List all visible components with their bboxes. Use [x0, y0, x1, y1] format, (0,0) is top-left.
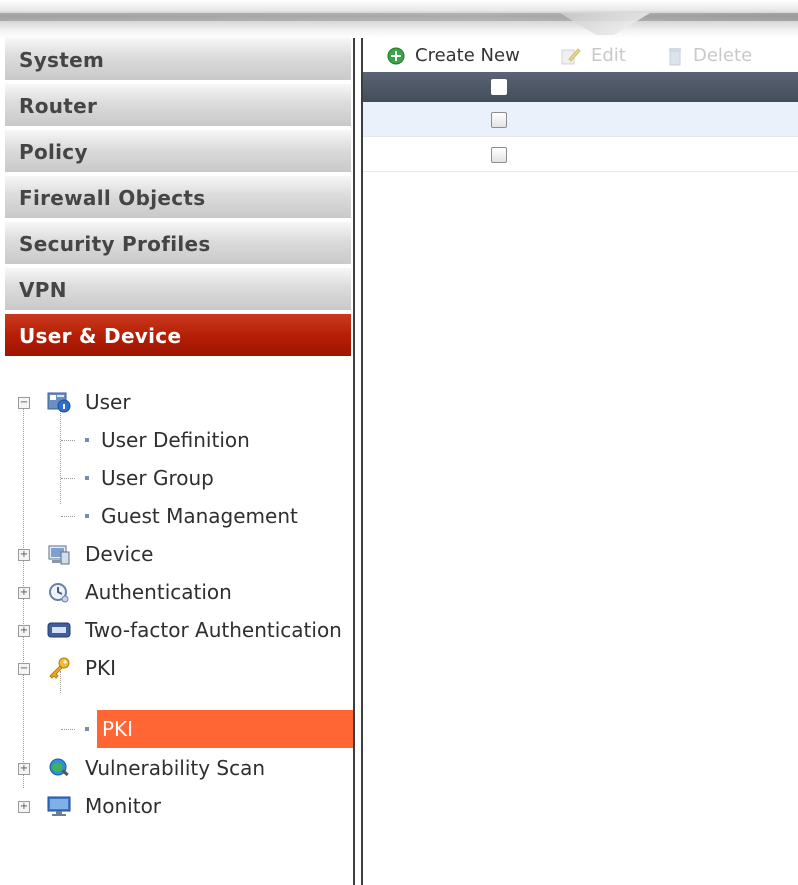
user-icon: [47, 392, 71, 413]
tree-connector: [61, 478, 75, 479]
tree-node-authentication[interactable]: + Authentication: [5, 576, 353, 608]
tree-label-monitor: Monitor: [85, 794, 162, 818]
tree-node-device[interactable]: + Device: [5, 538, 353, 570]
nav-item-router[interactable]: Router: [5, 84, 351, 128]
main-panel: Create New Edit Delete: [363, 38, 798, 885]
expand-icon[interactable]: +: [18, 549, 30, 561]
tree-connector: [61, 440, 75, 441]
nav-item-user-device[interactable]: User & Device: [5, 314, 351, 358]
expand-icon[interactable]: +: [18, 763, 30, 775]
expand-icon[interactable]: +: [18, 587, 30, 599]
collapse-icon[interactable]: −: [18, 397, 30, 409]
tree-node-user-group[interactable]: User Group: [5, 462, 353, 494]
bullet-icon: [85, 438, 89, 442]
pane-splitter[interactable]: [353, 38, 363, 885]
trash-icon: [669, 48, 681, 66]
tree-node-monitor[interactable]: + Monitor: [5, 790, 353, 822]
token-icon: [47, 622, 71, 638]
tree-label-two-factor: Two-factor Authentication: [85, 618, 342, 642]
tree-node-guest-management[interactable]: Guest Management: [5, 500, 353, 532]
edit-label: Edit: [591, 45, 626, 66]
sidebar: System Router Policy Firewall Objects Se…: [5, 38, 356, 885]
tree-connector: [61, 729, 75, 730]
tree-label-user-group: User Group: [101, 466, 214, 490]
banner-stripe: [0, 13, 798, 21]
tree-node-user-definition[interactable]: User Definition: [5, 424, 353, 456]
nav-item-system[interactable]: System: [5, 38, 351, 82]
row-checkbox[interactable]: [491, 147, 507, 163]
expand-icon[interactable]: +: [18, 801, 30, 813]
tree-label-pki: PKI: [85, 656, 117, 680]
authentication-icon: [49, 583, 69, 603]
tree-node-vulnerability-scan[interactable]: + Vulnerability Scan: [5, 752, 353, 784]
tree-connector: [61, 516, 75, 517]
expand-icon[interactable]: +: [18, 625, 30, 637]
delete-label: Delete: [693, 45, 753, 66]
bullet-icon: [85, 514, 89, 518]
tree-label-guest-management: Guest Management: [101, 504, 298, 528]
tree-node-pki-child[interactable]: PKI: [5, 713, 353, 745]
tree-node-user[interactable]: − User: [5, 386, 353, 418]
bullet-icon: [85, 727, 89, 731]
table-row[interactable]: [363, 102, 798, 137]
tree-label-device: Device: [85, 542, 154, 566]
toolbar: Create New Edit Delete: [363, 38, 798, 72]
tree-label-user-definition: User Definition: [101, 428, 250, 452]
nav-item-policy[interactable]: Policy: [5, 130, 351, 174]
select-all-checkbox[interactable]: [491, 79, 507, 95]
create-new-label: Create New: [415, 45, 520, 66]
monitor-icon: [47, 796, 71, 816]
banner-tab-notch: [560, 13, 650, 35]
device-icon: [48, 545, 70, 565]
collapse-icon[interactable]: −: [18, 663, 30, 675]
tree-label-user: User: [85, 390, 131, 414]
top-banner: [0, 0, 798, 38]
nav-item-vpn[interactable]: VPN: [5, 268, 351, 312]
nav-item-security-profiles[interactable]: Security Profiles: [5, 222, 351, 266]
nav-item-firewall-objects[interactable]: Firewall Objects: [5, 176, 351, 220]
key-icon: [49, 657, 70, 679]
edit-icon: [561, 48, 581, 65]
tree-label-authentication: Authentication: [85, 580, 232, 604]
tree-label-pki-child: PKI: [102, 717, 134, 741]
vulnerability-scan-icon: [49, 758, 69, 777]
table-header: [363, 72, 798, 102]
row-checkbox[interactable]: [491, 112, 507, 128]
bullet-icon: [85, 476, 89, 480]
add-icon: [387, 47, 405, 65]
tree-node-two-factor-authentication[interactable]: + Two-factor Authentication: [5, 614, 353, 646]
tree-label-vulnerability-scan: Vulnerability Scan: [85, 756, 266, 780]
table-row[interactable]: [363, 137, 798, 172]
tree-node-pki[interactable]: − PKI: [5, 652, 353, 684]
